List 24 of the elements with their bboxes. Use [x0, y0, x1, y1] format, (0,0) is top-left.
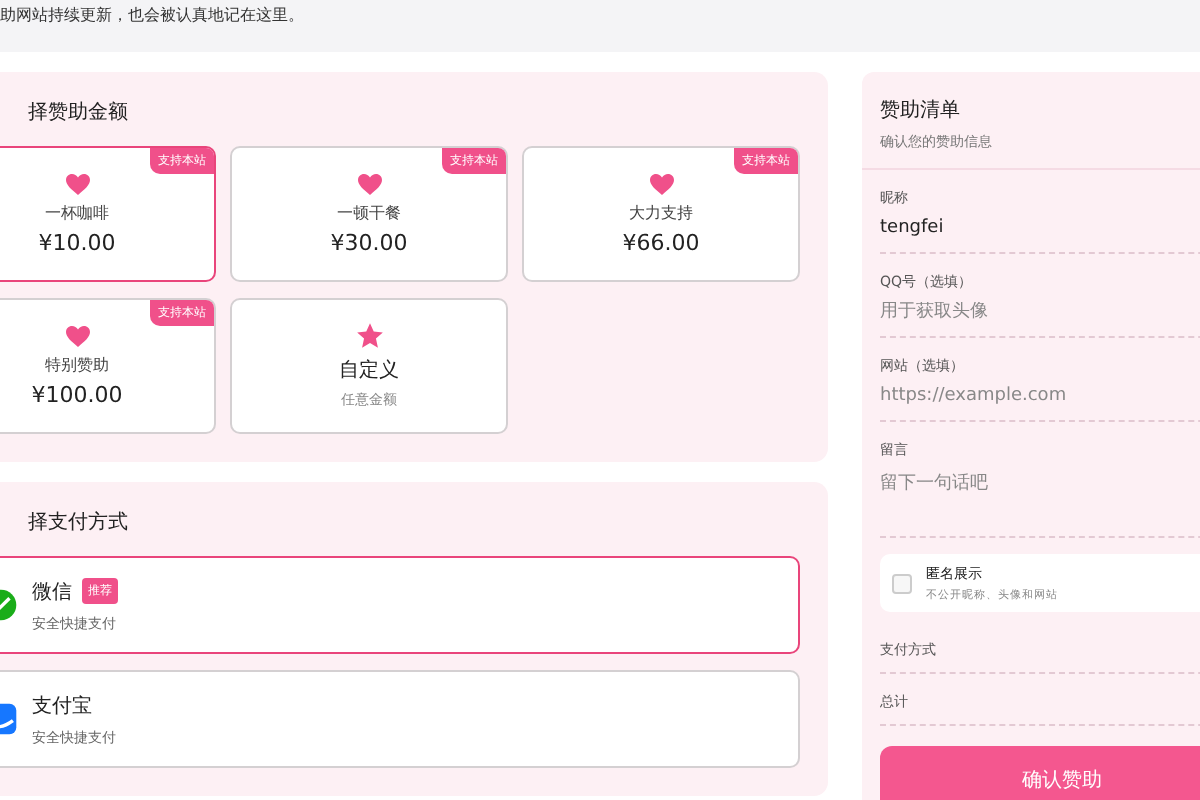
heart-icon: [649, 173, 673, 195]
payment-name: 微信: [32, 579, 72, 605]
amount-name: 一杯咖啡: [45, 201, 109, 223]
heart-icon: [357, 173, 381, 195]
heart-icon: [65, 325, 89, 347]
amount-price: ¥10.00: [38, 229, 116, 255]
payment-name: 支付宝: [32, 693, 92, 719]
summary-title: 赞助清单: [880, 97, 962, 124]
section-title: 择支付方式: [26, 509, 130, 538]
input-field[interactable]: https://example.com: [880, 386, 1200, 406]
amount-name: 一顿干餐: [337, 201, 401, 223]
amount-name: 特别赞助: [45, 353, 109, 375]
amount-price: ¥30.00: [330, 229, 408, 255]
message-field[interactable]: 留下一句话吧: [880, 470, 1200, 522]
amount-name: 自定义: [339, 357, 399, 384]
star-icon: [355, 322, 383, 350]
notice-text: 助网站持续更新，也会被认真地记在这里。: [0, 0, 1200, 52]
amount-price: ¥100.00: [31, 381, 123, 407]
section-title: 择赞助金额: [26, 99, 130, 128]
amount-price: ¥66.00: [622, 229, 700, 255]
heart-icon: [65, 173, 89, 195]
checkbox[interactable]: [892, 573, 912, 593]
amount-name: 大力支持: [629, 201, 693, 223]
input-field[interactable]: tengfei: [880, 218, 1200, 238]
